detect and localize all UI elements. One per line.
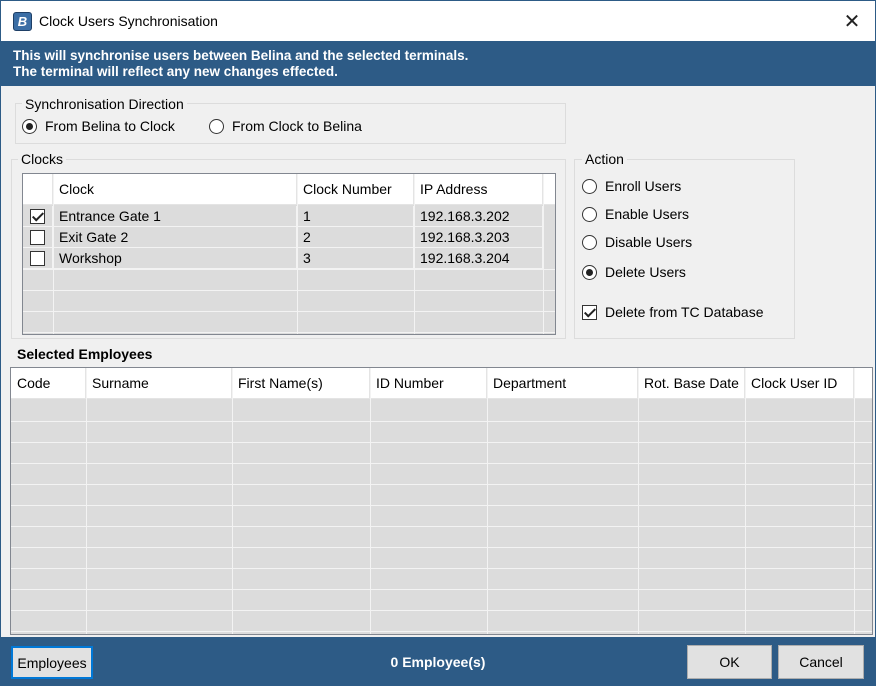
radio-unselected-icon bbox=[582, 178, 597, 194]
radio-delete-users[interactable]: Delete Users bbox=[582, 264, 686, 280]
column-header-first-names[interactable]: First Name(s) bbox=[232, 368, 370, 399]
column-header-code[interactable]: Code bbox=[11, 368, 86, 399]
banner-line-2: The terminal will reflect any new change… bbox=[13, 64, 338, 79]
ip-address-cell: 192.168.3.202 bbox=[414, 206, 543, 227]
radio-selected-icon bbox=[582, 264, 597, 280]
table-row[interactable]: Exit Gate 2 2 192.168.3.203 bbox=[23, 227, 543, 248]
ok-button[interactable]: OK bbox=[687, 645, 772, 679]
radio-unselected-icon bbox=[582, 206, 597, 222]
ip-address-cell: 192.168.3.204 bbox=[414, 248, 543, 269]
clocks-grid[interactable]: Clock Clock Number IP Address Entrance G… bbox=[22, 173, 556, 335]
clocks-grid-header: Clock Clock Number IP Address bbox=[23, 174, 555, 205]
delete-from-db-checkbox[interactable]: Delete from TC Database bbox=[582, 304, 763, 320]
column-header-department[interactable]: Department bbox=[487, 368, 638, 399]
radio-label: Delete Users bbox=[605, 264, 686, 280]
info-banner: This will synchronise users between Beli… bbox=[1, 41, 875, 86]
radio-clock-to-belina[interactable]: From Clock to Belina bbox=[209, 118, 362, 134]
checkbox-checked-icon bbox=[582, 304, 597, 320]
banner-line-1: This will synchronise users between Beli… bbox=[13, 48, 469, 63]
table-row[interactable]: Entrance Gate 1 1 192.168.3.202 bbox=[23, 206, 543, 227]
clock-number-cell: 1 bbox=[297, 206, 414, 227]
sync-direction-label: Synchronisation Direction bbox=[22, 96, 187, 112]
table-row[interactable]: Workshop 3 192.168.3.204 bbox=[23, 248, 543, 269]
row-checkbox[interactable] bbox=[30, 209, 45, 224]
row-checkbox-cell[interactable] bbox=[23, 227, 53, 248]
action-label: Action bbox=[582, 151, 627, 167]
column-header-ip-address[interactable]: IP Address bbox=[414, 174, 543, 205]
window-title: Clock Users Synchronisation bbox=[39, 13, 218, 29]
ip-address-cell: 192.168.3.203 bbox=[414, 227, 543, 248]
radio-enable-users[interactable]: Enable Users bbox=[582, 206, 689, 222]
checkbox-label: Delete from TC Database bbox=[605, 304, 764, 320]
dialog-window: B Clock Users Synchronisation ✕ This wil… bbox=[0, 0, 876, 686]
column-header-rot-base-date[interactable]: Rot. Base Date bbox=[638, 368, 745, 399]
employees-grid-header: Code Surname First Name(s) ID Number Dep… bbox=[11, 368, 872, 399]
radio-label: Enroll Users bbox=[605, 178, 682, 194]
radio-unselected-icon bbox=[209, 118, 224, 134]
column-header-clock[interactable]: Clock bbox=[53, 174, 297, 205]
belina-app-icon: B bbox=[13, 12, 32, 31]
radio-label: Disable Users bbox=[605, 234, 693, 250]
close-button[interactable]: ✕ bbox=[829, 1, 875, 41]
selected-employees-label: Selected Employees bbox=[17, 346, 153, 362]
close-icon: ✕ bbox=[843, 10, 861, 33]
title-bar: B Clock Users Synchronisation ✕ bbox=[1, 1, 875, 41]
row-checkbox-cell[interactable] bbox=[23, 206, 53, 227]
row-checkbox[interactable] bbox=[30, 230, 45, 245]
employees-grid[interactable]: Code Surname First Name(s) ID Number Dep… bbox=[10, 367, 873, 635]
column-header-surname[interactable]: Surname bbox=[86, 368, 232, 399]
clock-number-cell: 2 bbox=[297, 227, 414, 248]
clock-number-cell: 3 bbox=[297, 248, 414, 269]
clocks-label: Clocks bbox=[18, 151, 67, 167]
column-header-id-number[interactable]: ID Number bbox=[370, 368, 487, 399]
radio-label: From Clock to Belina bbox=[232, 118, 362, 134]
radio-unselected-icon bbox=[582, 234, 597, 250]
column-header-clock-user-id[interactable]: Clock User ID bbox=[745, 368, 854, 399]
radio-belina-to-clock[interactable]: From Belina to Clock bbox=[22, 118, 175, 134]
cancel-button[interactable]: Cancel bbox=[778, 645, 864, 679]
radio-selected-icon bbox=[22, 118, 37, 134]
radio-enroll-users[interactable]: Enroll Users bbox=[582, 178, 681, 194]
clock-name-cell: Entrance Gate 1 bbox=[53, 206, 297, 227]
row-checkbox-cell[interactable] bbox=[23, 248, 53, 269]
radio-label: Enable Users bbox=[605, 206, 690, 222]
clock-name-cell: Workshop bbox=[53, 248, 297, 269]
row-checkbox[interactable] bbox=[30, 251, 45, 266]
radio-disable-users[interactable]: Disable Users bbox=[582, 234, 692, 250]
column-header-clock-number[interactable]: Clock Number bbox=[297, 174, 414, 205]
column-header-select[interactable] bbox=[23, 174, 53, 205]
clock-name-cell: Exit Gate 2 bbox=[53, 227, 297, 248]
footer-bar: Employees 0 Employee(s) OK Cancel bbox=[1, 637, 875, 685]
radio-label: From Belina to Clock bbox=[45, 118, 175, 134]
